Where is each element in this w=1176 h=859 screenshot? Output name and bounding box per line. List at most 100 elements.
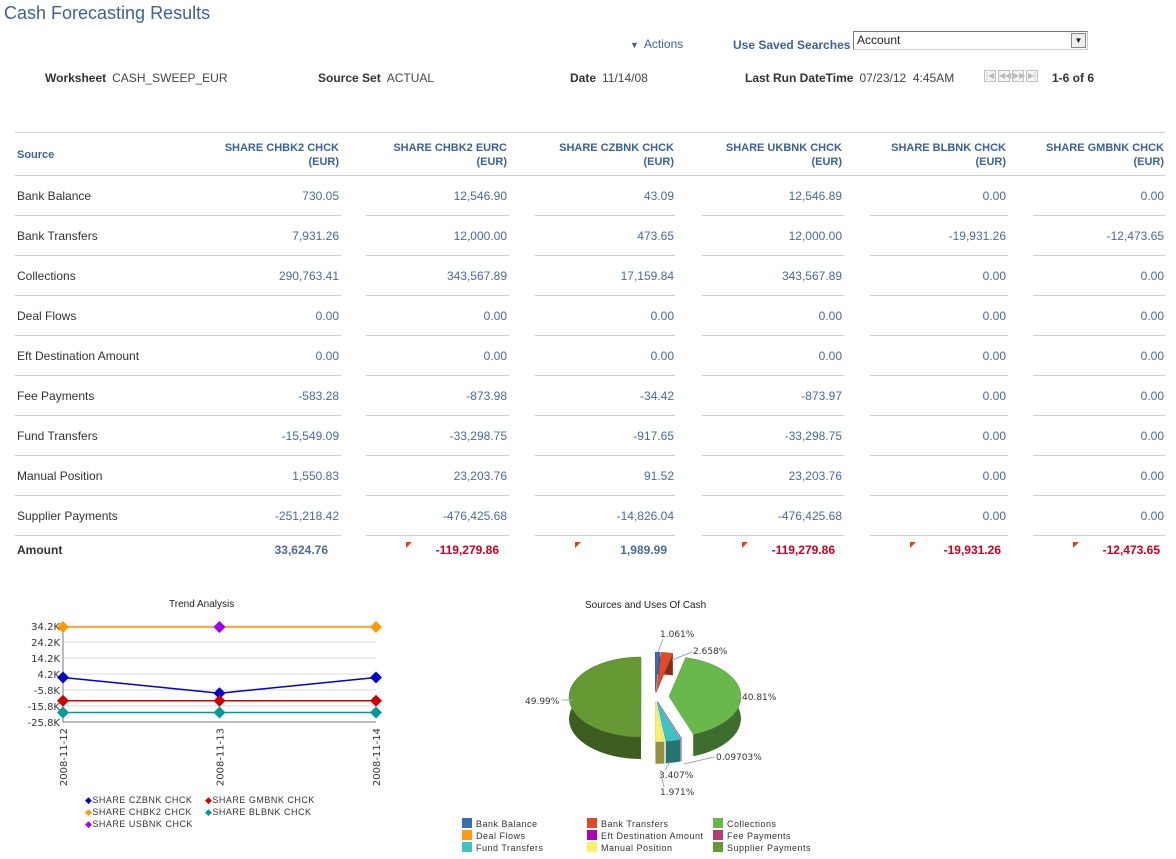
legend-swatch-icon: [713, 830, 723, 840]
row-source-label: Bank Balance: [17, 189, 92, 203]
row-divider: [366, 495, 509, 496]
table-cell: 17,159.84: [620, 269, 674, 283]
table-cell: 343,567.89: [446, 269, 507, 283]
flag-indicator-icon: [575, 542, 581, 548]
legend-item: Deal Flows: [462, 830, 526, 841]
table-cell: 0.00: [982, 469, 1006, 483]
legend-label: SHARE USBNK CHCK: [92, 819, 193, 829]
amount-total: -12,473.65: [1102, 543, 1160, 557]
next-page-icon[interactable]: ▶▶: [1012, 70, 1025, 82]
last-run-field: Last Run DateTime 07/23/12 4:45AM: [745, 71, 954, 85]
table-cell: 473.65: [637, 229, 674, 243]
row-divider: [366, 415, 509, 416]
table-cell: 0.00: [483, 309, 507, 323]
table-cell: 0.00: [982, 509, 1006, 523]
legend-item: Supplier Payments: [713, 842, 811, 853]
legend-item: Fee Payments: [713, 830, 791, 841]
column-header-line2: (EUR): [476, 156, 507, 168]
row-divider: [702, 535, 844, 536]
saved-searches-label: Use Saved Searches: [733, 38, 851, 52]
row-divider: [702, 375, 844, 376]
row-divider: [870, 335, 1008, 336]
legend-item: Bank Balance: [462, 818, 538, 829]
row-divider: [15, 255, 341, 256]
data-point-marker: [213, 620, 226, 633]
source-header[interactable]: Source: [17, 148, 54, 162]
worksheet-field: Worksheet CASH_SWEEP_EUR: [45, 71, 228, 85]
row-divider: [870, 295, 1008, 296]
column-header-line1: SHARE UKBNK CHCK: [725, 142, 842, 154]
table-cell: 12,546.89: [788, 189, 842, 203]
table-cell: 0.00: [982, 429, 1006, 443]
trend-chart: 34.2K24.2K14.2K4.2K-5.8K-15.8K-25.8K2008…: [28, 620, 383, 786]
row-divider: [535, 535, 675, 536]
legend-item: ◆SHARE USBNK CHCK: [85, 819, 193, 830]
column-header-line2: (EUR): [308, 156, 339, 168]
saved-searches-select[interactable]: Account ▼: [853, 31, 1088, 50]
row-divider: [702, 495, 844, 496]
table-cell: 0.00: [1140, 269, 1164, 283]
legend-label: Deal Flows: [476, 831, 526, 841]
table-cell: 0.00: [982, 349, 1006, 363]
column-header[interactable]: SHARE CHBK2 EURC (EUR): [337, 141, 507, 169]
table-cell: 343,567.89: [781, 269, 842, 283]
row-divider: [1033, 215, 1165, 216]
y-tick-label: 34.2K: [31, 622, 60, 633]
table-cell: 0.00: [1140, 469, 1164, 483]
table-cell: 1,550.83: [292, 469, 339, 483]
pie-slice-side: [665, 739, 681, 764]
row-divider: [702, 415, 844, 416]
table-cell: 12,546.90: [453, 189, 507, 203]
last-run-value: 07/23/12 4:45AM: [859, 71, 955, 85]
last-page-icon[interactable]: ▶|: [1026, 70, 1038, 82]
legend-label: SHARE CZBNK CHCK: [92, 795, 193, 805]
legend-label: Collections: [727, 819, 777, 829]
flag-indicator-icon: [742, 542, 748, 548]
legend-item: Bank Transfers: [587, 818, 669, 829]
amount-total: 1,989.99: [620, 543, 667, 557]
row-divider: [15, 535, 341, 536]
first-page-icon[interactable]: |◀: [984, 70, 996, 82]
row-source-label: Supplier Payments: [17, 509, 118, 523]
pagination-count: 1-6 of 6: [1052, 71, 1095, 85]
date-value: 11/14/08: [602, 71, 648, 85]
actions-menu[interactable]: ▼ Actions: [630, 37, 683, 51]
table-cell: -19,931.26: [948, 229, 1006, 243]
column-header[interactable]: SHARE GMBNK CHCK (EUR): [994, 141, 1164, 169]
legend-label: SHARE CHBK2 CHCK: [92, 807, 192, 817]
data-point-marker: [370, 694, 382, 707]
legend-label: Eft Destination Amount: [601, 831, 704, 841]
table-cell: 290,763.41: [278, 269, 339, 283]
previous-page-icon[interactable]: ◀◀: [998, 70, 1011, 82]
row-divider: [15, 215, 341, 216]
table-cell: -873.97: [801, 389, 842, 403]
row-divider: [15, 335, 341, 336]
row-divider: [1033, 455, 1165, 456]
column-header-line1: SHARE GMBNK CHCK: [1046, 142, 1164, 154]
legend-label: Bank Transfers: [601, 819, 669, 829]
trend-chart-title: Trend Analysis: [169, 599, 235, 610]
table-cell: 0.00: [982, 189, 1006, 203]
table-cell: 0.00: [315, 309, 339, 323]
pie-data-label: 1.061%: [660, 630, 695, 640]
legend-item: Collections: [713, 818, 777, 829]
column-header[interactable]: SHARE UKBNK CHCK (EUR): [672, 141, 842, 169]
pie-data-label: 49.99%: [525, 697, 560, 707]
row-divider: [15, 495, 341, 496]
row-divider: [1033, 335, 1165, 336]
column-header[interactable]: SHARE BLBNK CHCK (EUR): [836, 141, 1006, 169]
table-cell: -33,298.75: [784, 429, 842, 443]
table-cell: -251,218.42: [274, 509, 339, 523]
row-divider: [1033, 255, 1165, 256]
legend-swatch-icon: [587, 818, 597, 828]
saved-searches-value: Account: [857, 33, 901, 47]
table-cell: -15,549.09: [281, 429, 339, 443]
row-divider: [702, 455, 844, 456]
pie-data-label: 1.971%: [660, 788, 695, 798]
column-header[interactable]: SHARE CHBK2 CHCK (EUR): [169, 141, 339, 169]
table-cell: 0.00: [650, 349, 674, 363]
data-point-marker: [213, 694, 226, 707]
chevron-down-icon[interactable]: ▼: [1071, 33, 1086, 48]
column-header[interactable]: SHARE CZBNK CHCK (EUR): [504, 141, 674, 169]
column-header-line2: (EUR): [643, 156, 674, 168]
